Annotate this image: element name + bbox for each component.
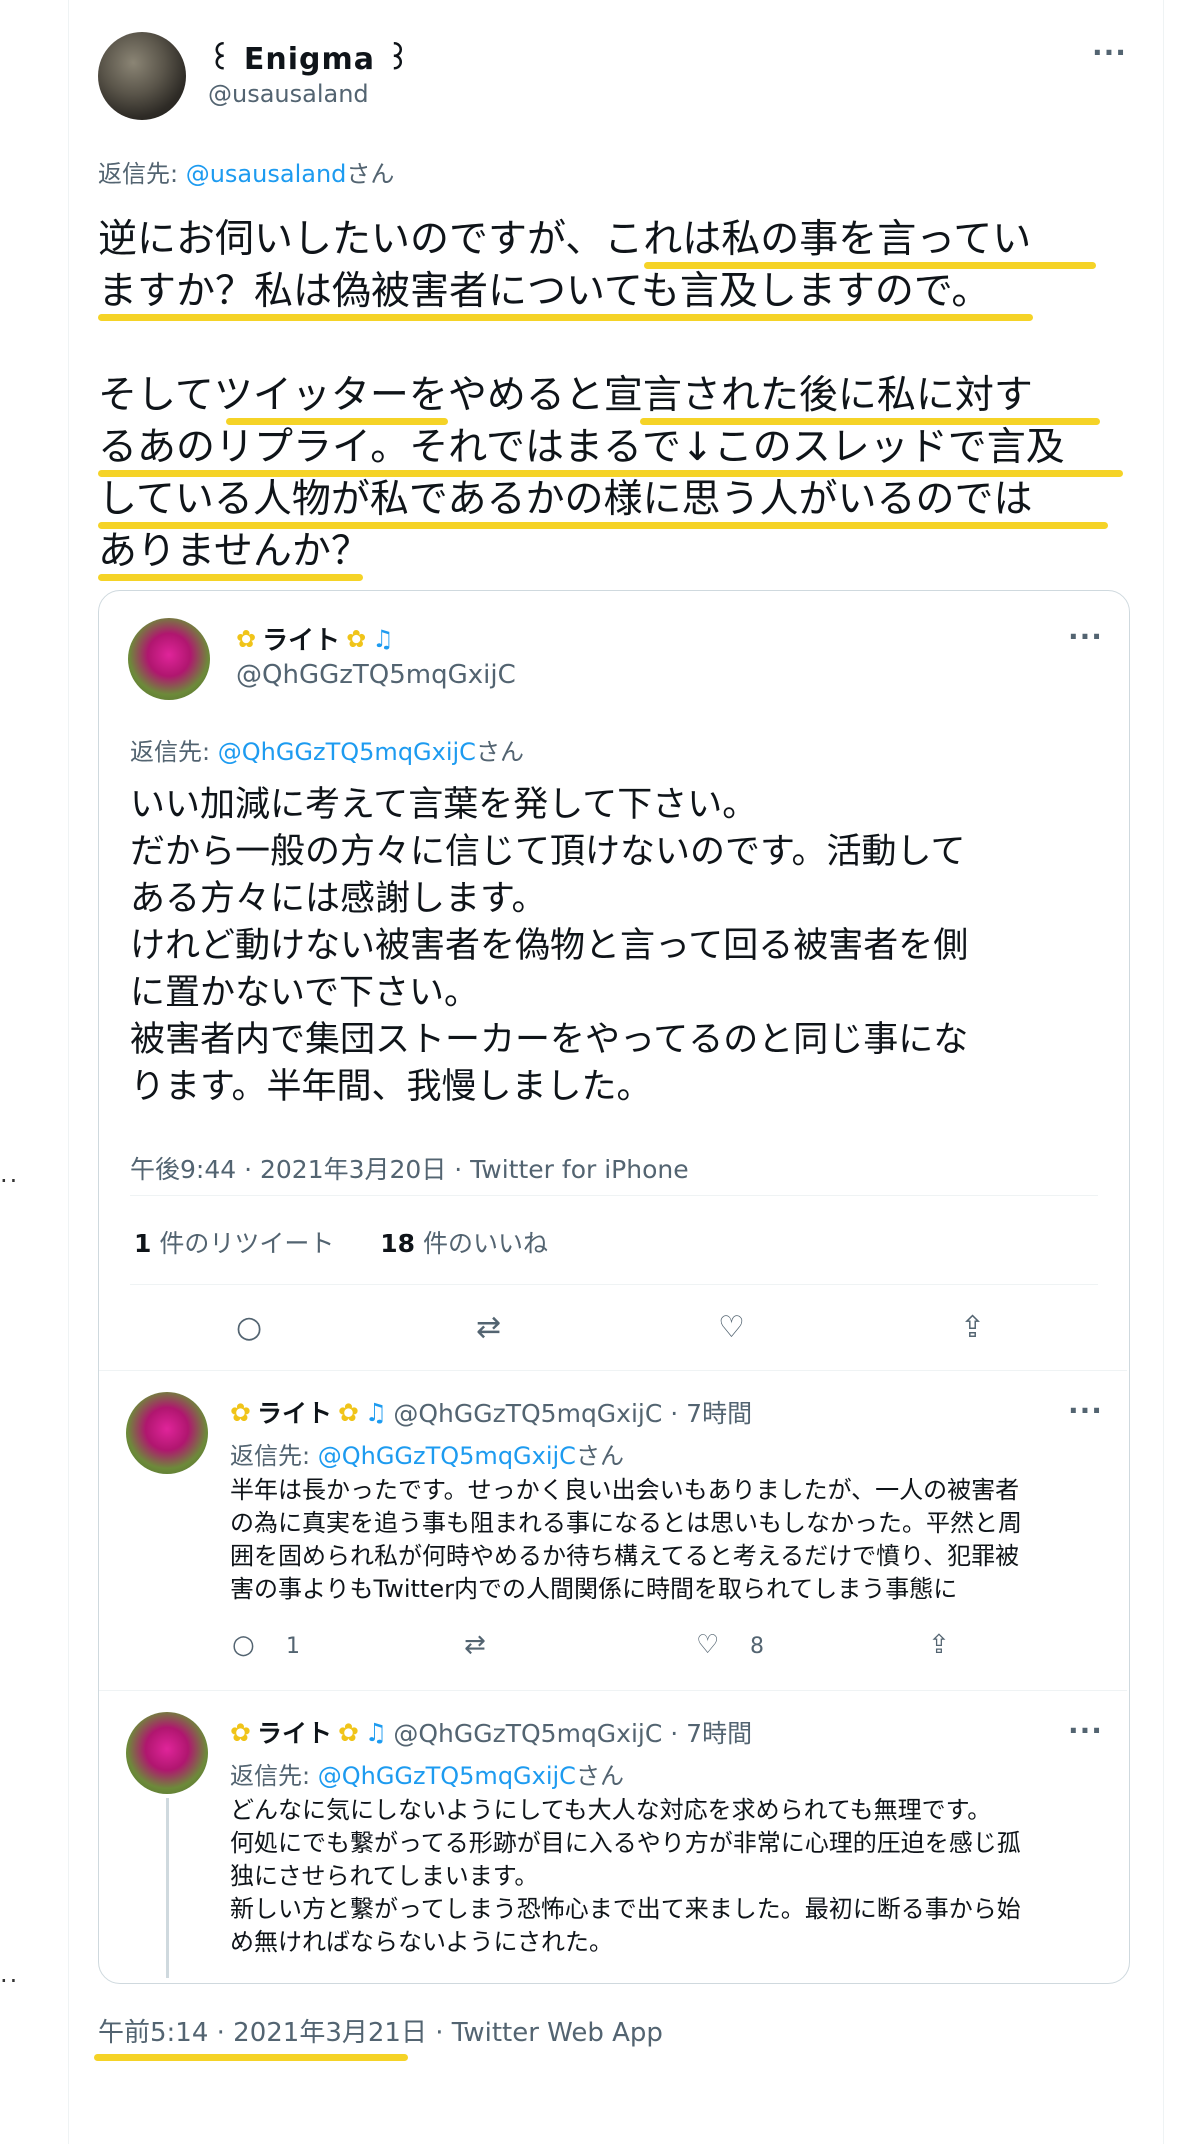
tweet-line: ありませんか？ xyxy=(98,529,370,574)
highlight-underline xyxy=(640,418,1100,425)
tweet-line: している人物が私であるかの様に思う人がいるのでは xyxy=(98,477,1033,522)
reply-count: 1 xyxy=(286,1634,300,1659)
retweet-icon[interactable]: ⇄ xyxy=(464,1630,486,1660)
reply-to-link[interactable]: @usausaland xyxy=(186,160,347,188)
divider xyxy=(99,1370,1127,1371)
highlight-underline xyxy=(98,470,1123,477)
quoted-tweet-text: いい加減に考えて言葉を発して下さい。 だから一般の方々に信じて頂けないのです。活… xyxy=(130,782,1110,1111)
tweet-line: るあのリプライ。それではまるで↓このスレッドで言及 xyxy=(98,425,1065,470)
share-icon[interactable]: ⇪ xyxy=(960,1310,985,1345)
reply-icon[interactable]: ○ xyxy=(232,1630,255,1660)
tweet-line: ある方々には感謝します。 xyxy=(130,879,547,919)
tweet-line: め無ければならないようにされた。 xyxy=(230,1928,614,1956)
tweet-line: 半年は長かったです。せっかく良い出会いもありましたが、一人の被害者 xyxy=(230,1476,1020,1504)
tweet-line: 逆にお伺いしたいのですが、これは私の事を言ってい xyxy=(98,217,1032,262)
more-options-icon[interactable]: ··· xyxy=(1068,1714,1103,1747)
tweet-line: 新しい方と繋がってしまう恐怖心まで出て来ました。最初に断る事から始 xyxy=(230,1895,1021,1923)
tweet-line: いい加減に考えて言葉を発して下さい。 xyxy=(130,785,758,825)
display-name[interactable]: ライト xyxy=(257,1714,332,1750)
tweet-line: ますか？私は偽被害者についても言及しますので。 xyxy=(98,269,991,314)
like-count: 8 xyxy=(750,1634,764,1659)
reply-to: 返信先: @QhGGzTQ5mqGxijCさん xyxy=(230,1442,624,1470)
music-note-icon: ♫ xyxy=(364,1397,388,1427)
flower-icon: ✿ xyxy=(346,624,367,653)
highlight-underline xyxy=(98,314,1033,321)
avatar[interactable] xyxy=(98,32,186,120)
display-name[interactable]: ライト xyxy=(257,1394,332,1430)
tweet-line: ります。半年間、我慢しました。 xyxy=(130,1067,652,1107)
retweet-stat[interactable]: 1 件のリツイート xyxy=(134,1229,334,1258)
flower-icon: ✿ xyxy=(337,1717,359,1747)
tweet-line: 何処にでも繋がってる形跡が目に入るやり方が非常に心理的圧迫を感じ孤 xyxy=(230,1829,1021,1857)
tweet-line: けれど動けない被害者を偽物と言って回る被害者を側 xyxy=(130,926,969,966)
divider xyxy=(130,1284,1098,1285)
music-note-icon: ♫ xyxy=(364,1717,388,1747)
flower-icon: ✿ xyxy=(230,1717,251,1747)
user-handle[interactable]: @QhGGzTQ5mqGxijC · 7時間 xyxy=(393,1714,752,1750)
like-stat[interactable]: 18 件のいいね xyxy=(380,1229,548,1258)
highlight-underline xyxy=(98,574,363,581)
flower-icon: ✿ xyxy=(230,1397,251,1427)
reply-to-link[interactable]: @QhGGzTQ5mqGxijC xyxy=(318,1442,576,1470)
highlight-underline xyxy=(644,262,1096,269)
tweet-line: 囲を固められ私が何時やめるか待ち構えてると考えるだけで憤り、犯罪被 xyxy=(230,1542,1020,1570)
tweet-line: 独にさせられてしまいます。 xyxy=(230,1862,539,1890)
avatar[interactable] xyxy=(126,1392,208,1474)
highlight-underline xyxy=(98,522,1108,529)
share-icon[interactable]: ⇪ xyxy=(928,1630,950,1660)
reply-header: ✿ ライト ✿ ♫ @QhGGzTQ5mqGxijC · 7時間 xyxy=(230,1394,752,1430)
tweet-line: 被害者内で集団ストーカーをやってるのと同じ事にな xyxy=(130,1020,969,1060)
like-icon[interactable]: ♡ xyxy=(718,1310,745,1345)
like-icon[interactable]: ♡ xyxy=(696,1630,719,1660)
reply-header: ✿ ライト ✿ ♫ @QhGGzTQ5mqGxijC · 7時間 xyxy=(230,1714,752,1750)
tweet-line: に置かないで下さい。 xyxy=(130,973,479,1013)
tweet-timestamp[interactable]: 午後9:44 · 2021年3月20日 · Twitter for iPhone xyxy=(130,1150,689,1186)
display-name[interactable]: ꒰ Enigma ꒱ xyxy=(208,38,411,77)
tweet-line: 害の事よりもTwitter内での人間関係に時間を取られてしまう事態に xyxy=(230,1575,958,1603)
flower-icon: ✿ xyxy=(337,1397,359,1427)
engagement-stats: 1 件のリツイート 18 件のいいね xyxy=(134,1224,548,1260)
stray-mark: .. xyxy=(0,1160,20,1188)
music-note-icon: ♫ xyxy=(372,624,394,653)
tweet-line: そしてツイッターをやめると宣言された後に私に対す xyxy=(98,373,1033,418)
thread-line xyxy=(166,1798,169,1978)
reply-icon[interactable]: ○ xyxy=(236,1310,262,1345)
user-handle[interactable]: @usausaland xyxy=(208,80,369,108)
flower-icon: ✿ xyxy=(236,624,257,653)
divider xyxy=(99,1690,1127,1691)
user-handle[interactable]: @QhGGzTQ5mqGxijC xyxy=(236,660,516,690)
more-options-icon[interactable]: ··· xyxy=(1068,1394,1103,1427)
avatar[interactable] xyxy=(128,618,210,700)
tweet-timestamp[interactable]: 午前5:14 · 2021年3月21日 · Twitter Web App xyxy=(98,2012,663,2049)
reply-to: 返信先: @usausalandさん xyxy=(98,160,395,188)
reply-to: 返信先: @QhGGzTQ5mqGxijCさん xyxy=(230,1762,624,1790)
tweet-line: の為に真実を追う事も阻まれる事になるとは思いもしなかった。平然と周 xyxy=(230,1509,1022,1537)
divider xyxy=(130,1195,1098,1196)
reply-to-link[interactable]: @QhGGzTQ5mqGxijC xyxy=(318,1762,576,1790)
more-options-icon[interactable]: ··· xyxy=(1068,620,1103,653)
tweet-line: どんなに気にしないようにしても大人な対応を求められても無理です。 xyxy=(230,1796,992,1824)
highlight-underline xyxy=(226,418,448,425)
reply-to-link[interactable]: @QhGGzTQ5mqGxijC xyxy=(218,738,476,766)
reply-text: 半年は長かったです。せっかく良い出会いもありましたが、一人の被害者 の為に真実を… xyxy=(230,1474,1090,1606)
reply-text: どんなに気にしないようにしても大人な対応を求められても無理です。 何処にでも繋が… xyxy=(230,1794,1090,1959)
more-options-icon[interactable]: ··· xyxy=(1092,36,1127,69)
highlight-underline xyxy=(94,2054,408,2061)
tweet-line: だから一般の方々に信じて頂けないのです。活動して xyxy=(130,832,966,872)
reply-to: 返信先: @QhGGzTQ5mqGxijCさん xyxy=(130,738,524,766)
retweet-icon[interactable]: ⇄ xyxy=(476,1310,501,1345)
user-handle[interactable]: @QhGGzTQ5mqGxijC · 7時間 xyxy=(393,1394,752,1430)
stray-mark: .. xyxy=(0,1960,20,1988)
avatar[interactable] xyxy=(126,1712,208,1794)
display-name[interactable]: ✿ ライト ✿ ♫ xyxy=(236,620,394,657)
